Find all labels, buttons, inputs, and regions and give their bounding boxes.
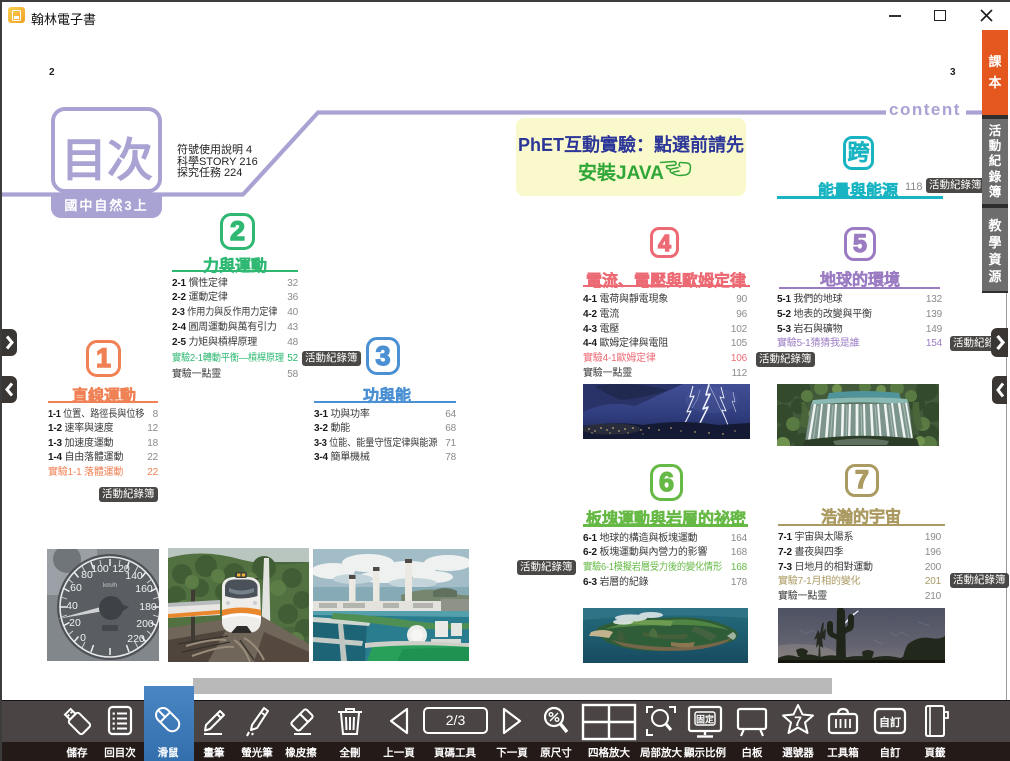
svg-text:7: 7 [794, 713, 802, 729]
svg-text:自訂: 自訂 [879, 715, 901, 729]
svg-text:固定: 固定 [696, 714, 715, 725]
